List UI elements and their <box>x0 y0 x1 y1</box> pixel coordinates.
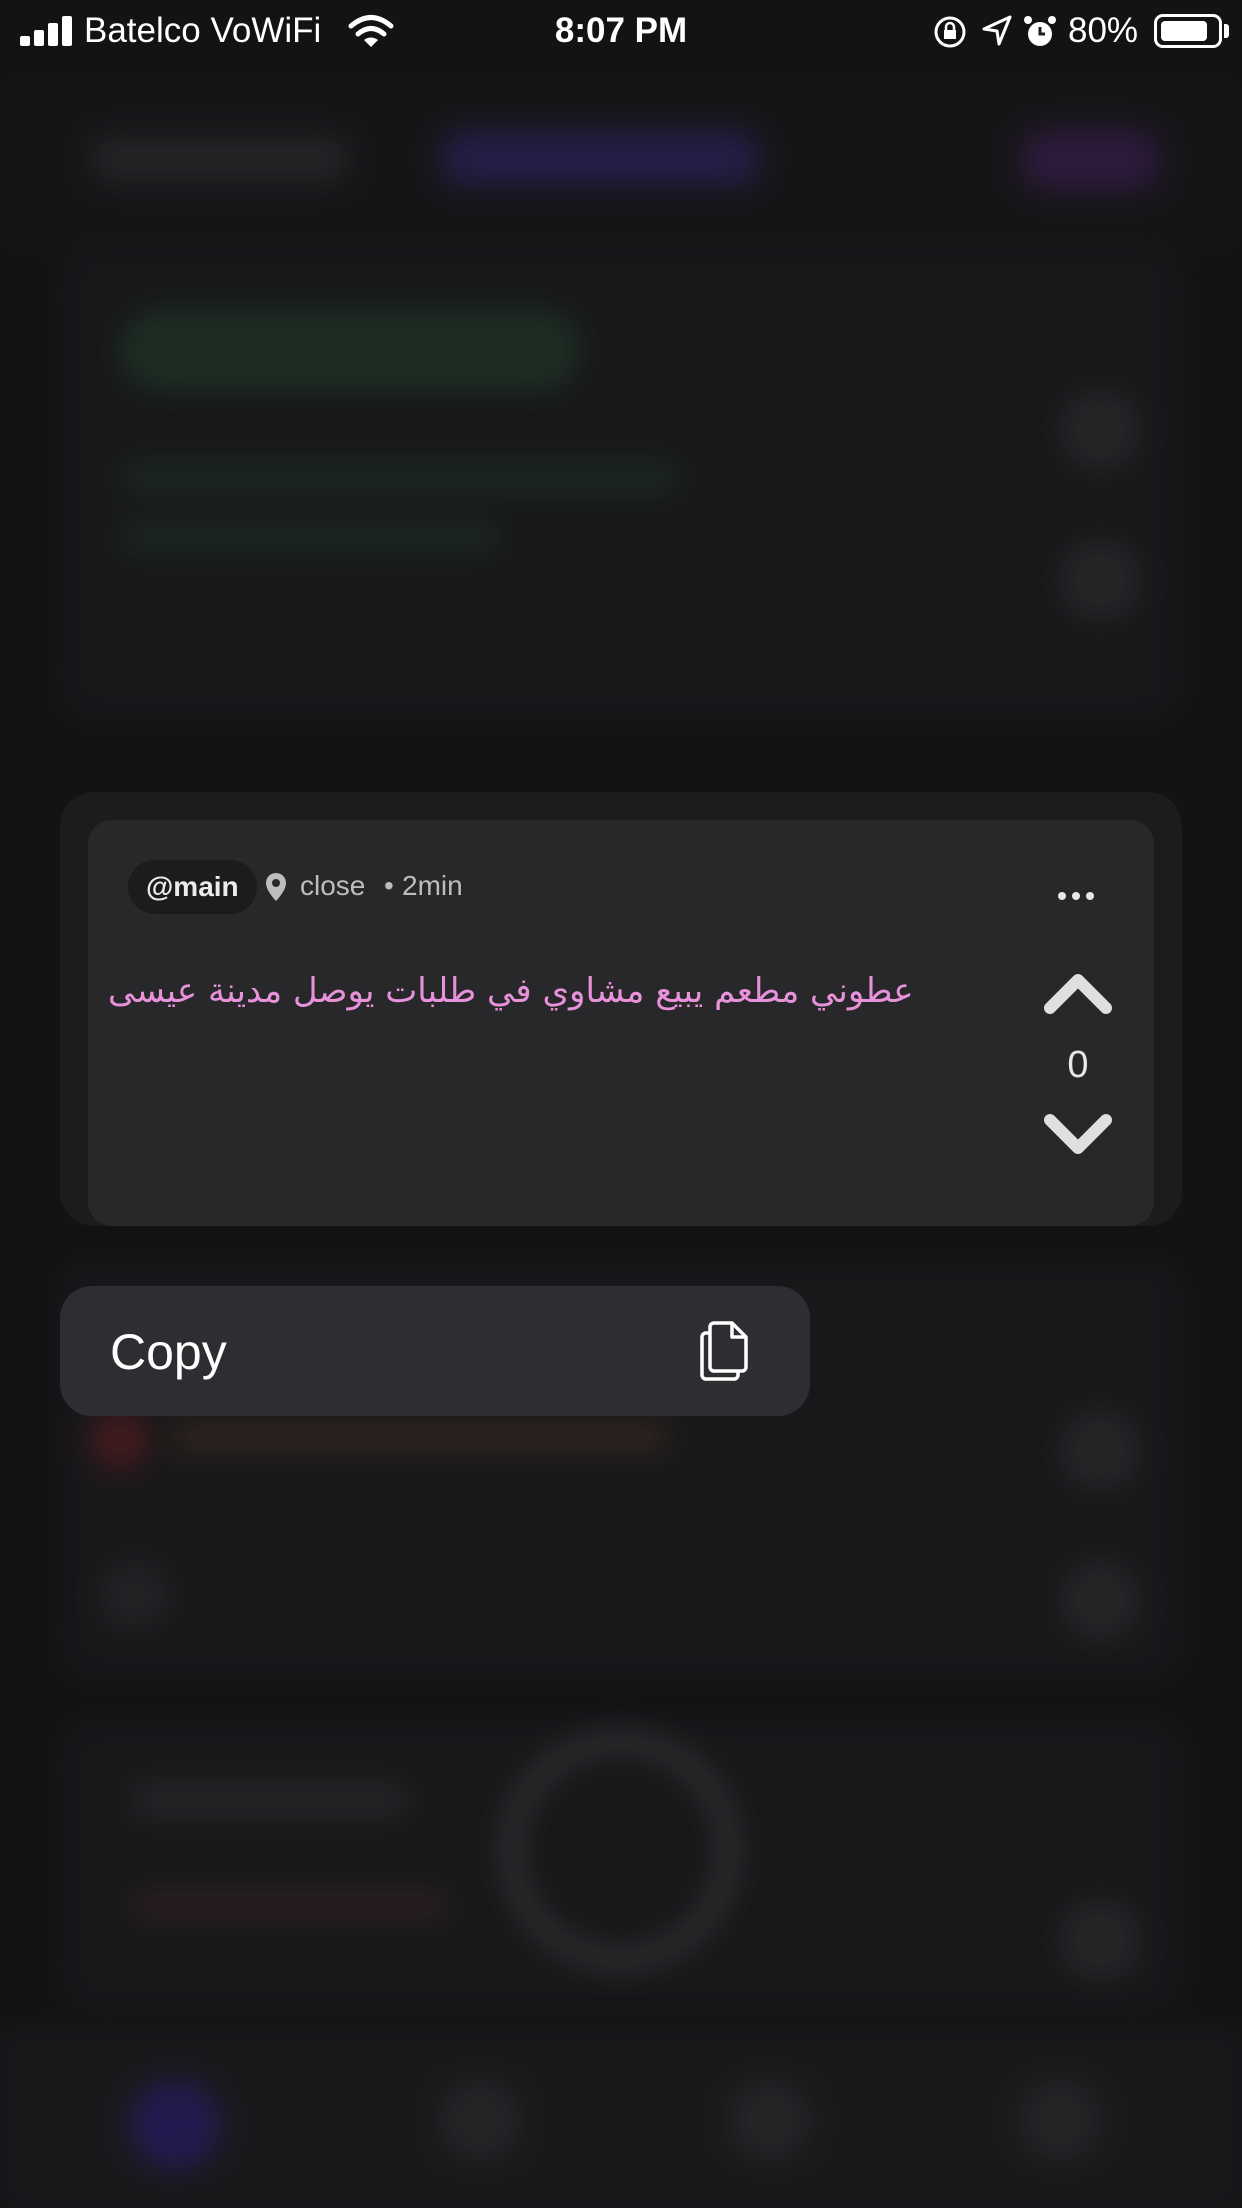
location-label: close <box>300 870 366 901</box>
location-arrow-icon <box>982 15 1012 46</box>
more-options-icon[interactable] <box>1058 892 1118 912</box>
status-bar: Batelco VoWiFi 8:07 PM 80% <box>0 0 1242 62</box>
copy-menu-label: Copy <box>110 1324 227 1380</box>
post-preview: @main close • 2min عطوني مطعم يبيع مشاوي… <box>60 792 1182 1226</box>
location-pin-icon <box>266 873 286 901</box>
orientation-lock-icon <box>934 16 966 48</box>
post-card[interactable]: @main close • 2min عطوني مطعم يبيع مشاوي… <box>88 820 1154 1226</box>
copy-menu-item[interactable]: Copy <box>60 1286 810 1416</box>
meta-separator: • <box>384 870 394 901</box>
channel-tag[interactable]: @main <box>128 860 257 914</box>
alarm-icon <box>1024 16 1056 46</box>
battery-percent: 80% <box>1068 11 1139 50</box>
post-time: 2min <box>402 870 463 901</box>
vote-count: 0 <box>1067 1044 1089 1086</box>
battery-tip <box>1224 24 1229 38</box>
post-message: عطوني مطعم يبيع مشاوي في طلبات يوصل مدين… <box>108 971 914 1011</box>
battery-icon <box>1154 14 1222 48</box>
upvote-chevron-icon[interactable] <box>1042 968 1114 1018</box>
copy-icon <box>700 1321 748 1381</box>
downvote-chevron-icon[interactable] <box>1042 1110 1114 1160</box>
